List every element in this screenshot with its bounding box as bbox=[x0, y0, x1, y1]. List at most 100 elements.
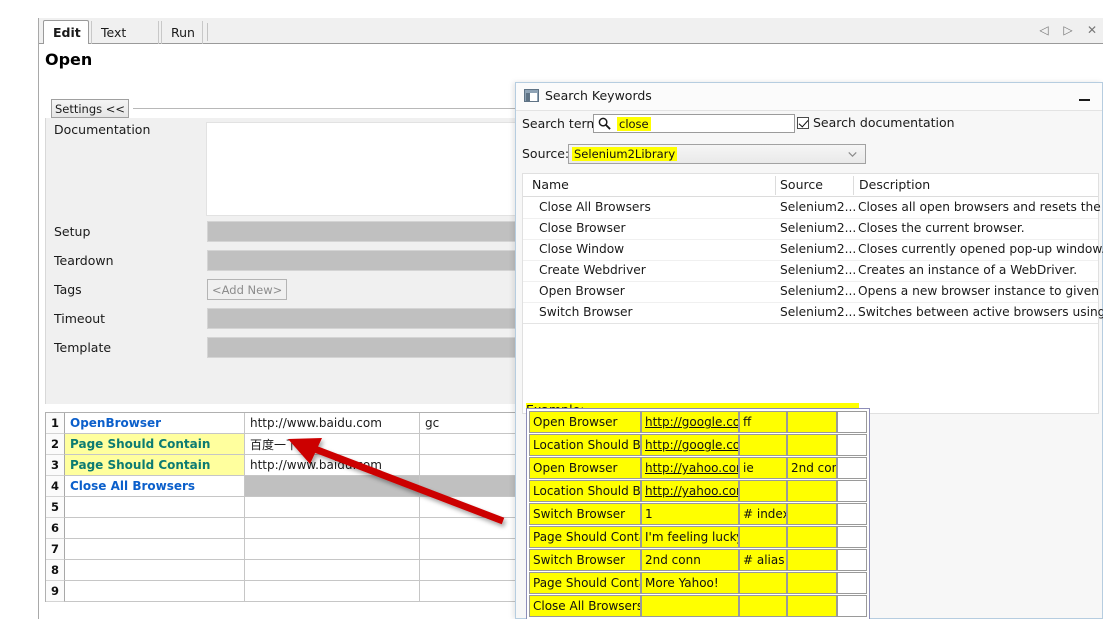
cell-arg1[interactable]: http://www.baidu.com bbox=[245, 455, 420, 476]
list-item[interactable]: Close Window Selenium2... Closes current… bbox=[523, 240, 1103, 261]
example-row: Open Browser http://yahoo.com ie 2nd con… bbox=[529, 457, 867, 479]
label-teardown: Teardown bbox=[54, 253, 114, 268]
example-arg1: 1 bbox=[641, 503, 739, 525]
keyword-source: Selenium2... bbox=[780, 305, 855, 319]
cell-arg1[interactable]: http://www.baidu.com bbox=[245, 413, 420, 434]
cell-keyword[interactable] bbox=[65, 497, 245, 518]
header-divider[interactable] bbox=[775, 176, 776, 195]
example-arg3 bbox=[787, 549, 837, 571]
example-arg1: More Yahoo! bbox=[641, 572, 739, 594]
keyword-source: Selenium2... bbox=[780, 221, 855, 235]
search-documentation-checkbox[interactable]: Search documentation bbox=[797, 115, 955, 130]
keyword-description: Closes all open browsers and resets the … bbox=[858, 200, 1103, 214]
example-row: Page Should Contain I'm feeling lucky bbox=[529, 526, 867, 548]
source-dropdown[interactable]: Selenium2Library bbox=[568, 144, 866, 164]
example-arg2: ff bbox=[739, 411, 787, 433]
page-title: Open bbox=[45, 50, 93, 69]
example-arg3 bbox=[787, 572, 837, 594]
cell-arg1[interactable] bbox=[245, 539, 420, 560]
tab-run[interactable]: Run bbox=[161, 21, 203, 44]
list-item[interactable]: Create Webdriver Selenium2... Creates an… bbox=[523, 261, 1098, 282]
example-arg4 bbox=[837, 480, 867, 502]
cell-keyword[interactable] bbox=[65, 560, 245, 581]
label-template: Template bbox=[54, 340, 112, 355]
example-arg1[interactable]: http://google.com bbox=[641, 411, 739, 433]
cell-keyword[interactable]: Close All Browsers bbox=[65, 476, 245, 497]
list-item[interactable]: Switch Browser Selenium2... Switches bet… bbox=[523, 303, 1103, 324]
example-arg1[interactable]: http://yahoo.com bbox=[641, 480, 739, 502]
search-term-label: Search term: bbox=[522, 116, 603, 131]
example-row: Open Browser http://google.com ff bbox=[529, 411, 867, 433]
example-arg3 bbox=[787, 411, 837, 433]
minimize-icon[interactable] bbox=[1076, 88, 1092, 104]
label-documentation: Documentation bbox=[54, 122, 151, 137]
example-row: Page Should Contain More Yahoo! bbox=[529, 572, 867, 594]
close-icon[interactable]: ✕ bbox=[1084, 21, 1100, 39]
column-header-name[interactable]: Name bbox=[532, 177, 569, 192]
header-divider[interactable] bbox=[853, 176, 854, 195]
row-number: 8 bbox=[46, 560, 65, 581]
example-arg4 bbox=[837, 526, 867, 548]
example-row: Switch Browser 2nd conn # alias bbox=[529, 549, 867, 571]
source-value: Selenium2Library bbox=[572, 147, 678, 161]
example-arg3: 2nd conn bbox=[787, 457, 837, 479]
prev-arrow-icon[interactable]: ◁ bbox=[1036, 21, 1052, 39]
cell-keyword[interactable]: OpenBrowser bbox=[65, 413, 245, 434]
cell-keyword[interactable]: Page Should Contain bbox=[65, 434, 245, 455]
cell-keyword[interactable]: Page Should Contain bbox=[65, 455, 245, 476]
cell-arg1[interactable] bbox=[245, 518, 420, 539]
source-label: Source: bbox=[522, 146, 570, 161]
keyword-name: Close Window bbox=[539, 242, 625, 256]
row-number: 4 bbox=[46, 476, 65, 497]
example-arg1[interactable]: http://google.com bbox=[641, 434, 739, 456]
cell-arg1[interactable] bbox=[245, 560, 420, 581]
label-setup: Setup bbox=[54, 224, 91, 239]
example-arg3 bbox=[787, 503, 837, 525]
cell-keyword[interactable] bbox=[65, 518, 245, 539]
keyword-source: Selenium2... bbox=[780, 200, 855, 214]
tab-text-edit[interactable]: Text Edit bbox=[91, 21, 159, 57]
search-input[interactable]: close bbox=[593, 114, 795, 133]
cell-keyword[interactable] bbox=[65, 539, 245, 560]
list-item[interactable]: Open Browser Selenium2... Opens a new br… bbox=[523, 282, 1103, 303]
keyword-source: Selenium2... bbox=[780, 242, 855, 256]
editor-tab-strip: Edit Text Edit Run ◁ ▷ ✕ bbox=[39, 18, 1103, 57]
next-arrow-icon[interactable]: ▷ bbox=[1060, 21, 1076, 39]
checkbox-icon[interactable] bbox=[797, 116, 809, 129]
example-arg1[interactable]: http://yahoo.com bbox=[641, 457, 739, 479]
example-arg4 bbox=[837, 572, 867, 594]
keyword-results-table[interactable]: Name Source Description Close All Browse… bbox=[522, 173, 1103, 414]
column-header-source[interactable]: Source bbox=[780, 177, 823, 192]
keyword-description: Closes currently opened pop-up window. bbox=[858, 242, 1103, 256]
example-arg3 bbox=[787, 434, 837, 456]
cell-arg1[interactable]: 百度一下 bbox=[245, 434, 420, 455]
example-arg4 bbox=[837, 503, 867, 525]
list-item[interactable]: Close Browser Selenium2... Closes the cu… bbox=[523, 219, 1098, 240]
label-tags: Tags bbox=[54, 282, 82, 297]
example-arg1: 2nd conn bbox=[641, 549, 739, 571]
cell-arg1[interactable] bbox=[245, 581, 420, 602]
tab-edit[interactable]: Edit bbox=[43, 20, 89, 45]
dialog-title-bar[interactable]: Search Keywords bbox=[516, 83, 1102, 111]
example-keyword: Switch Browser bbox=[529, 549, 641, 571]
keyword-name: Switch Browser bbox=[539, 305, 633, 319]
settings-toggle-button[interactable]: Settings << bbox=[51, 99, 129, 118]
keyword-source: Selenium2... bbox=[780, 284, 855, 298]
window-icon bbox=[524, 89, 539, 102]
tags-add-new-field[interactable]: <Add New> bbox=[207, 279, 287, 300]
screen: Edit Text Edit Run ◁ ▷ ✕ Open Settings <… bbox=[0, 0, 1103, 619]
example-arg3 bbox=[787, 480, 837, 502]
search-documentation-label: Search documentation bbox=[813, 115, 955, 130]
cell-arg1[interactable] bbox=[245, 476, 420, 497]
row-number: 7 bbox=[46, 539, 65, 560]
example-arg4 bbox=[837, 457, 867, 479]
keyword-description: Switches between active browsers using i… bbox=[858, 305, 1103, 319]
keyword-name: Close All Browsers bbox=[539, 200, 651, 214]
column-header-description[interactable]: Description bbox=[859, 177, 930, 192]
results-header-row: Name Source Description bbox=[523, 174, 1098, 197]
example-keyword: Location Should Be bbox=[529, 434, 641, 456]
list-item[interactable]: Close All Browsers Selenium2... Closes a… bbox=[523, 198, 1103, 219]
cell-arg1[interactable] bbox=[245, 497, 420, 518]
cell-keyword[interactable] bbox=[65, 581, 245, 602]
tab-divider bbox=[207, 23, 208, 41]
